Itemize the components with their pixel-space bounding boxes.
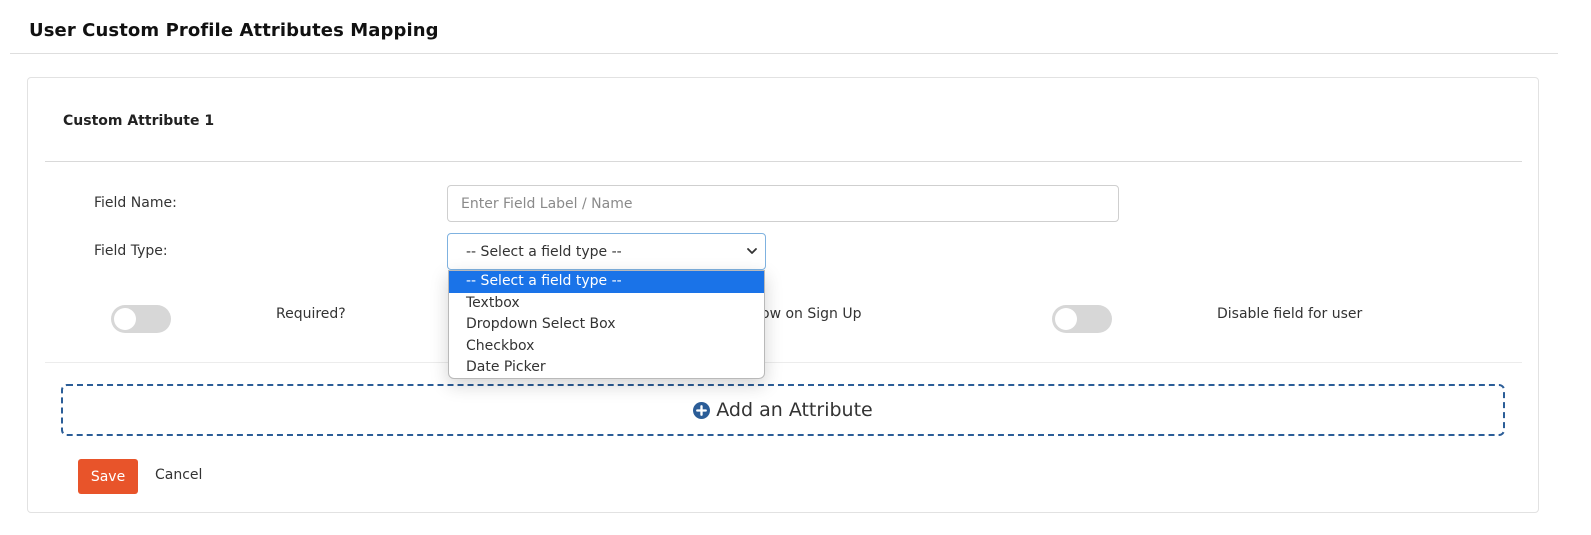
field-type-selected-value: -- Select a field type -- xyxy=(466,244,622,260)
cancel-button[interactable]: Cancel xyxy=(155,467,202,483)
row-divider xyxy=(45,362,1522,363)
save-button[interactable]: Save xyxy=(78,459,138,494)
field-name-input[interactable] xyxy=(447,185,1119,222)
add-attribute-label: Add an Attribute xyxy=(716,399,873,421)
show-on-signup-label: ow on Sign Up xyxy=(761,306,862,322)
add-attribute-button[interactable]: Add an Attribute xyxy=(61,384,1505,436)
field-type-option[interactable]: Dropdown Select Box xyxy=(449,314,764,336)
disable-field-toggle[interactable] xyxy=(1052,305,1112,333)
attribute-card xyxy=(27,77,1539,513)
field-type-option[interactable]: Checkbox xyxy=(449,336,764,358)
field-type-option[interactable]: -- Select a field type -- xyxy=(449,271,764,293)
field-type-dropdown: -- Select a field type -- Textbox Dropdo… xyxy=(448,270,765,379)
field-type-option[interactable]: Date Picker xyxy=(449,357,764,378)
title-divider xyxy=(10,53,1558,54)
field-type-select[interactable]: -- Select a field type -- xyxy=(447,233,766,270)
page-title: User Custom Profile Attributes Mapping xyxy=(29,20,439,41)
chevron-down-icon xyxy=(747,248,757,254)
card-divider xyxy=(45,161,1522,162)
toggle-knob xyxy=(114,308,136,330)
toggle-knob xyxy=(1055,308,1077,330)
disable-field-label: Disable field for user xyxy=(1217,306,1363,322)
required-label: Required? xyxy=(276,306,346,322)
plus-circle-icon xyxy=(693,401,711,419)
required-toggle[interactable] xyxy=(111,305,171,333)
field-type-option[interactable]: Textbox xyxy=(449,293,764,315)
field-name-label: Field Name: xyxy=(94,195,177,211)
field-type-label: Field Type: xyxy=(94,243,168,259)
attribute-heading: Custom Attribute 1 xyxy=(63,113,215,129)
